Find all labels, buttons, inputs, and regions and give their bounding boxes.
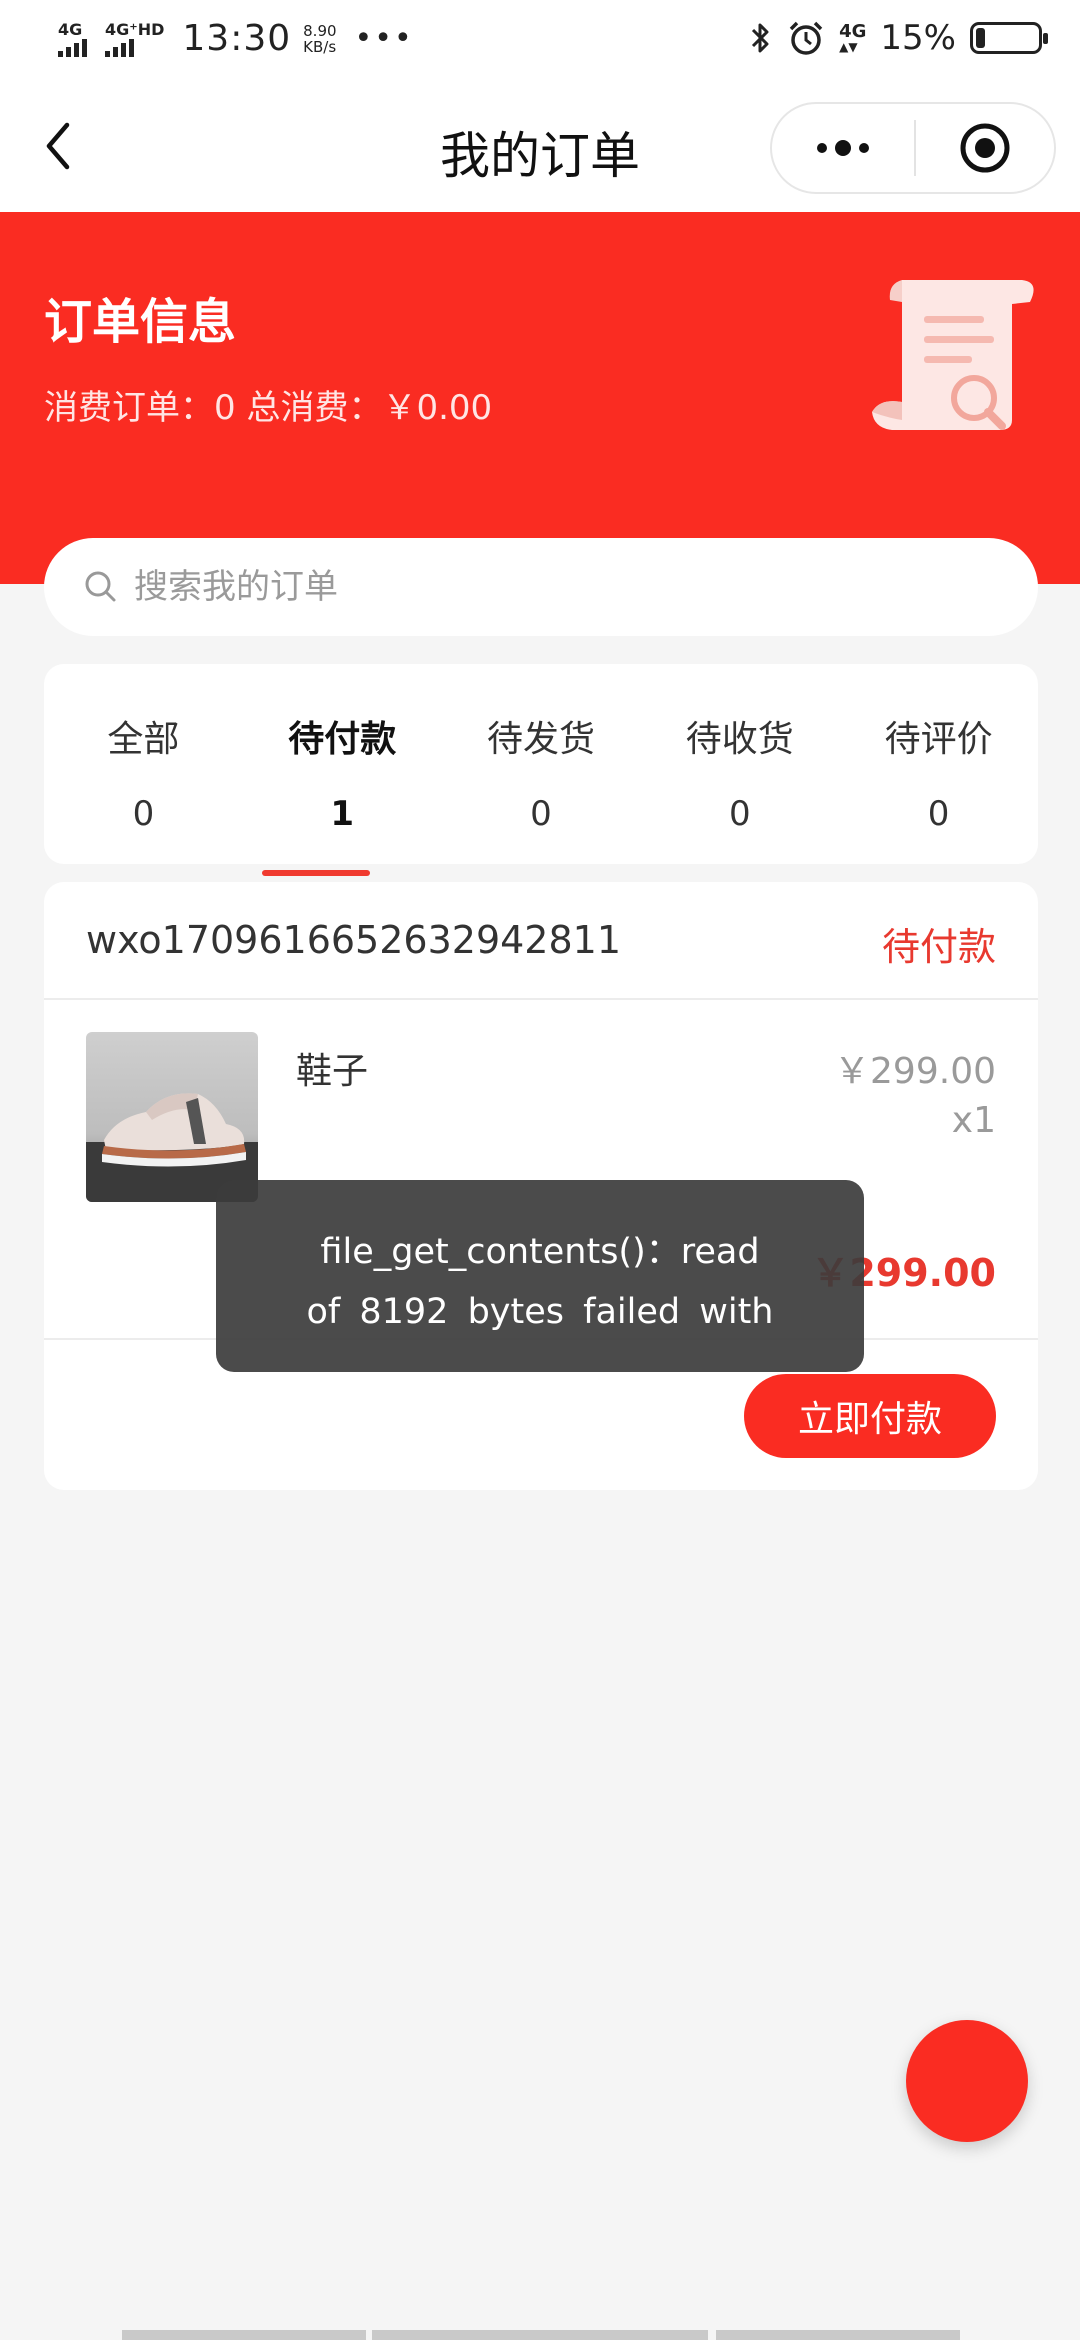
clock: 13:30 (182, 18, 292, 59)
tab-pending-shipment[interactable]: 待发货 0 (442, 664, 641, 864)
order-number: wxo1709616652632942811 (86, 918, 622, 962)
tab-pending-payment[interactable]: 待付款 1 (243, 664, 442, 864)
nav-bar: 我的订单 (0, 82, 1080, 212)
network-label-1: 4G (58, 19, 83, 39)
battery-fill (976, 28, 985, 48)
receipt-search-icon (872, 280, 1034, 430)
network-label-2: 4G⁺HD (105, 19, 165, 39)
tab-count: 0 (530, 794, 552, 834)
signal-2: 4G⁺HD (105, 19, 165, 57)
more-dots-icon (817, 143, 827, 153)
floating-action-button[interactable] (906, 2020, 1028, 2142)
mini-program-capsule (770, 102, 1056, 194)
bottom-indicator-right (716, 2330, 960, 2340)
product-name: 鞋子 (296, 1051, 369, 1092)
signal-bars-icon (105, 38, 134, 57)
close-mini-program-button[interactable] (916, 104, 1054, 192)
toast-line-2: of 8192 bytes failed with (306, 1292, 774, 1332)
signal-bars-icon (58, 38, 87, 57)
toast-line-1: file_get_contents()：read (320, 1232, 760, 1272)
order-info-title: 订单信息 (44, 294, 237, 350)
signal-1: 4G (58, 19, 87, 57)
order-search-bar[interactable] (44, 538, 1038, 636)
bottom-indicator-middle (372, 2330, 708, 2340)
status-right: 4G ▲▼ 15% (749, 18, 1048, 58)
network-speed: 8.90 KB/s (303, 23, 336, 55)
status-more: ••• (354, 21, 414, 56)
active-tab-indicator (262, 870, 370, 876)
shoe-image (86, 1032, 258, 1202)
tab-count: 1 (330, 794, 355, 834)
speed-value: 8.90 (303, 21, 337, 40)
tab-label: 待付款 (288, 719, 397, 760)
target-icon (960, 123, 1010, 173)
pay-now-button[interactable]: 立即付款 (744, 1374, 996, 1458)
order-status: 待付款 (881, 925, 996, 969)
tab-label: 全部 (107, 719, 180, 760)
tab-count: 0 (728, 794, 751, 834)
order-header: wxo1709616652632942811 待付款 (44, 882, 1038, 1000)
alarm-icon (789, 21, 823, 55)
tab-pending-review[interactable]: 待评价 0 (839, 664, 1038, 864)
tab-label: 待收货 (685, 719, 794, 760)
product-price: ￥299.00 (834, 1051, 996, 1092)
network-4g: 4G ▲▼ (839, 21, 867, 54)
bluetooth-icon (752, 23, 769, 53)
tab-label: 待发货 (486, 719, 595, 760)
battery-percent: 15% (880, 18, 956, 58)
status-bar: 4G 4G⁺HD 13:30 8.90 KB/s ••• 4G ▲▼ 15% (0, 0, 1080, 82)
product-quantity: x1 (951, 1100, 996, 1141)
status-left: 4G 4G⁺HD 13:30 8.90 KB/s ••• (58, 18, 414, 59)
tab-pending-receipt[interactable]: 待收货 0 (640, 664, 839, 864)
network-label-3: 4G (839, 21, 867, 42)
tab-label: 待评价 (884, 719, 993, 760)
battery-icon (970, 22, 1048, 54)
search-icon (85, 571, 116, 602)
order-status-tabs: 全部 0 待付款 1 待发货 0 待收货 0 待评价 0 (44, 664, 1038, 864)
order-info-header: 订单信息 消费订单：0 总消费：￥0.00 (0, 212, 1080, 584)
more-button[interactable] (772, 104, 914, 192)
error-toast: file_get_contents()：read of 8192 bytes f… (216, 1180, 864, 1372)
more-dot-center (835, 140, 851, 156)
order-page: 4G 4G⁺HD 13:30 8.90 KB/s ••• 4G ▲▼ 15% 我… (0, 0, 1080, 2340)
search-input[interactable] (132, 566, 952, 608)
order-summary: 消费订单：0 总消费：￥0.00 (44, 388, 493, 428)
tab-all[interactable]: 全部 0 (44, 664, 243, 864)
product-image[interactable] (86, 1032, 258, 1202)
data-arrows-icon: ▲▼ (839, 40, 858, 54)
tab-count: 0 (132, 794, 155, 834)
speed-unit: KB/s (303, 37, 337, 56)
tab-count: 0 (927, 794, 950, 834)
more-dot-right (859, 143, 869, 153)
bottom-indicator-left (122, 2330, 366, 2340)
